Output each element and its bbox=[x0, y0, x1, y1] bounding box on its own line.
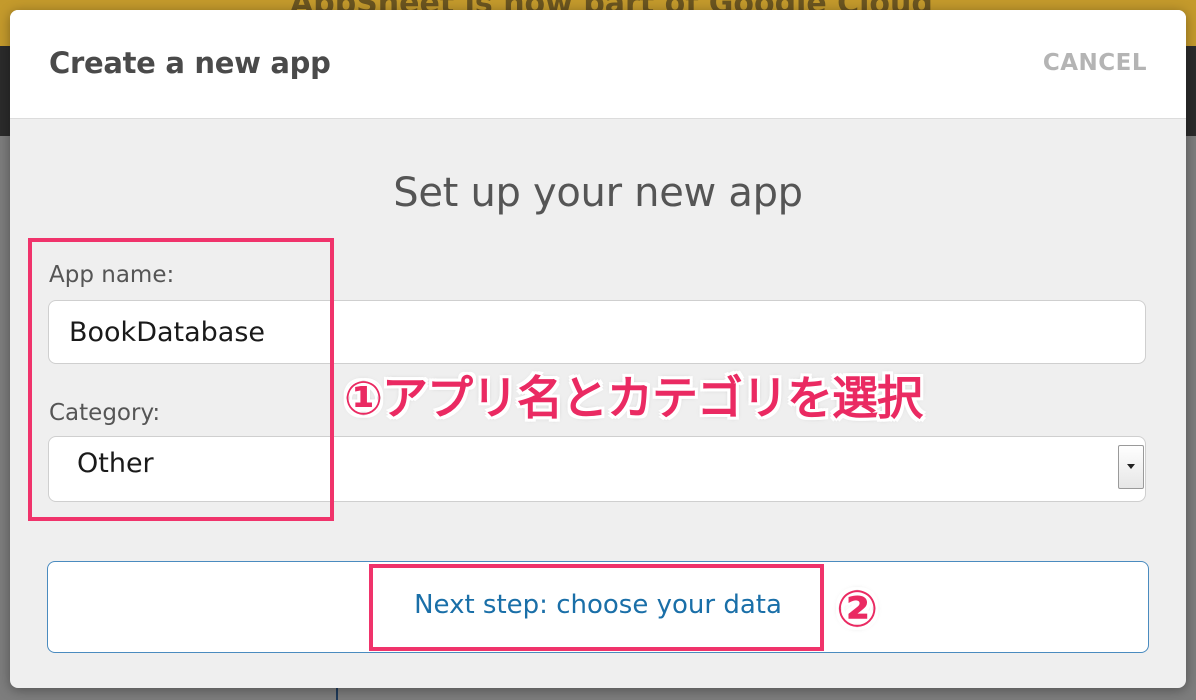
annotation-step1-text: ①アプリ名とカテゴリを選択 bbox=[344, 371, 923, 425]
cancel-button[interactable]: CANCEL bbox=[1043, 50, 1147, 76]
annotation-step2-text: ② bbox=[836, 580, 879, 638]
setup-heading: Set up your new app bbox=[393, 170, 803, 216]
dialog-title: Create a new app bbox=[49, 46, 331, 80]
dialog-header: Create a new app CANCEL bbox=[10, 10, 1186, 119]
annotation-highlight-next-button bbox=[369, 564, 824, 651]
annotation-highlight-fields bbox=[28, 238, 334, 521]
dropdown-arrow-icon[interactable] bbox=[1118, 445, 1144, 489]
